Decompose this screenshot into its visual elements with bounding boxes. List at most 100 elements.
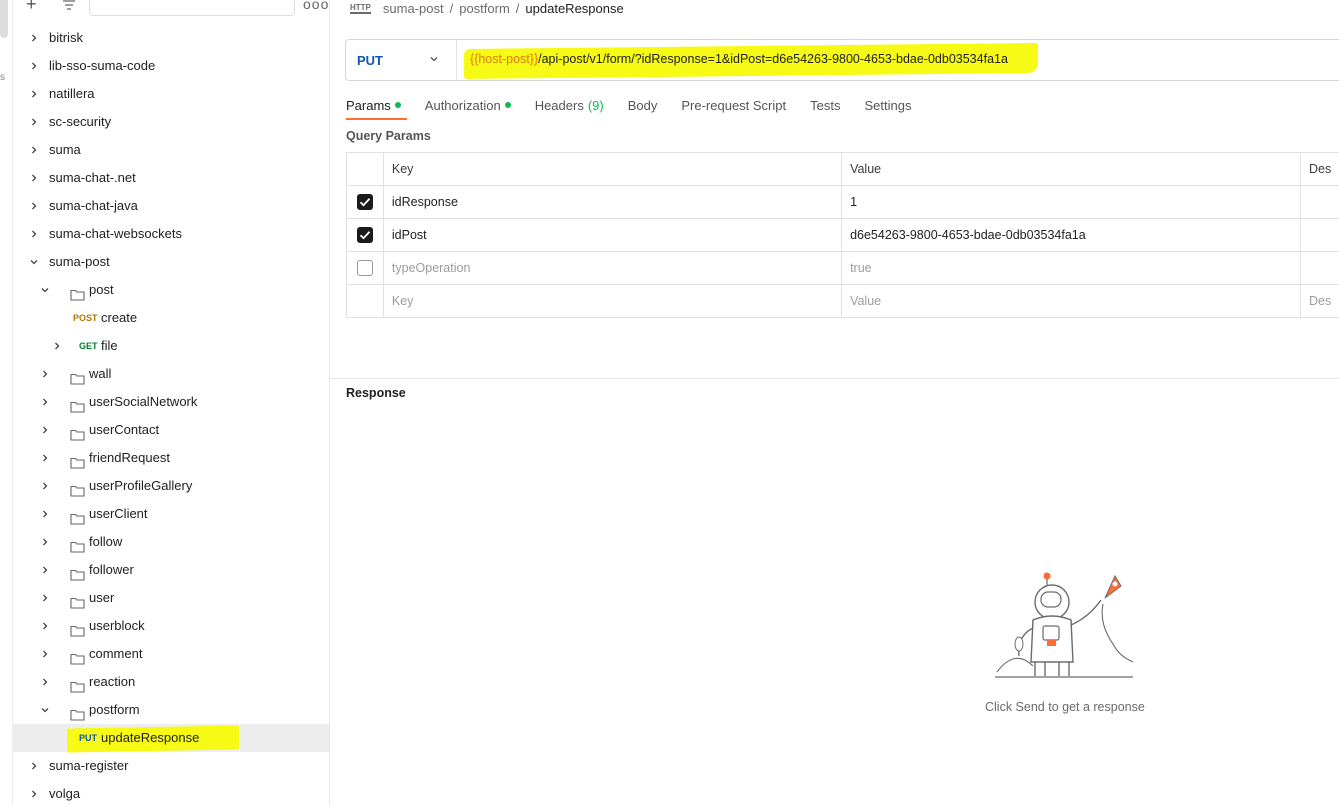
- param-description-input[interactable]: Des: [1300, 284, 1339, 318]
- chevron-right-icon[interactable]: [38, 388, 52, 416]
- param-value-input[interactable]: Value: [841, 284, 1301, 318]
- chevron-right-icon[interactable]: [27, 52, 41, 80]
- chevron-right-icon[interactable]: [27, 780, 41, 805]
- chevron-right-icon[interactable]: [27, 24, 41, 52]
- sidebar-item-userprofilegallery[interactable]: userProfileGallery: [13, 472, 329, 500]
- sidebar-item-comment[interactable]: comment: [13, 640, 329, 668]
- sidebar-item-user[interactable]: user: [13, 584, 329, 612]
- scrollbar-thumb[interactable]: [0, 0, 8, 38]
- param-key[interactable]: idPost: [382, 218, 843, 252]
- breadcrumb-collection[interactable]: suma-post: [383, 1, 444, 16]
- checkbox-checked[interactable]: [356, 227, 373, 243]
- search-input[interactable]: [89, 0, 295, 16]
- param-description[interactable]: [1300, 218, 1339, 252]
- chevron-down-icon: [430, 57, 438, 62]
- sidebar-item-suma-register[interactable]: suma-register: [13, 752, 329, 780]
- sidebar-item-friendrequest[interactable]: friendRequest: [13, 444, 329, 472]
- sidebar-item-reaction[interactable]: reaction: [13, 668, 329, 696]
- sidebar-item-suma-chat-websockets[interactable]: suma-chat-websockets: [13, 220, 329, 248]
- tab-pre-request-script[interactable]: Pre-request Script: [681, 96, 786, 114]
- param-key-input[interactable]: Key: [382, 284, 843, 318]
- sidebar-item-label: suma-chat-.net: [49, 170, 136, 185]
- chevron-down-icon[interactable]: [27, 248, 41, 276]
- chevron-right-icon[interactable]: [38, 500, 52, 528]
- chevron-right-icon[interactable]: [38, 444, 52, 472]
- pane-divider[interactable]: [330, 378, 1339, 379]
- param-description[interactable]: [1300, 251, 1339, 285]
- chevron-right-icon[interactable]: [27, 108, 41, 136]
- param-row: idPost d6e54263-9800-4653-bdae-0db03534fa…: [346, 218, 1339, 252]
- sidebar-item-bitrisk[interactable]: bitrisk: [13, 24, 329, 52]
- sidebar-item-suma-chat-net[interactable]: suma-chat-.net: [13, 164, 329, 192]
- request-tabs: Params Authorization Headers (9) Body Pre-req…: [346, 96, 935, 120]
- param-value[interactable]: d6e54263-9800-4653-bdae-0db03534fa1a: [841, 218, 1301, 252]
- url-variable: {{host-post}}: [470, 52, 539, 66]
- collection-tree: bitrisk lib-sso-suma-code natillera sc-secu…: [13, 24, 329, 805]
- chevron-right-icon[interactable]: [38, 612, 52, 640]
- sidebar-item-label: wall: [89, 366, 112, 381]
- checkbox-checked[interactable]: [356, 194, 373, 210]
- sidebar-item-userclient[interactable]: userClient: [13, 500, 329, 528]
- sidebar-item-updateresponse[interactable]: PUT updateResponse: [13, 724, 329, 753]
- chevron-down-icon[interactable]: [38, 276, 52, 304]
- tab-headers[interactable]: Headers (9): [535, 96, 604, 114]
- tab-settings[interactable]: Settings: [864, 96, 911, 114]
- param-key[interactable]: typeOperation: [382, 251, 843, 285]
- sidebar-item-usercontact[interactable]: userContact: [13, 416, 329, 444]
- chevron-right-icon[interactable]: [27, 220, 41, 248]
- sidebar-item-wall[interactable]: wall: [13, 360, 329, 388]
- sidebar-item-follow[interactable]: follow: [13, 528, 329, 556]
- chevron-right-icon[interactable]: [27, 164, 41, 192]
- checkbox-unchecked[interactable]: [356, 260, 373, 276]
- tab-authorization[interactable]: Authorization: [425, 96, 511, 114]
- sidebar-item-natillera[interactable]: natillera: [13, 80, 329, 108]
- chevron-right-icon[interactable]: [38, 528, 52, 556]
- sidebar-item-label: file: [101, 338, 118, 353]
- url-input[interactable]: {{host-post}}/api-post/v1/form/?idRespon…: [470, 52, 1008, 66]
- chevron-right-icon[interactable]: [27, 80, 41, 108]
- sidebar-item-postform[interactable]: postform: [13, 696, 329, 724]
- status-dot-icon: [504, 102, 511, 108]
- sidebar-item-volga[interactable]: volga: [13, 780, 329, 805]
- tab-tests[interactable]: Tests: [810, 96, 840, 114]
- sidebar-item-file[interactable]: GET file: [13, 332, 329, 360]
- breadcrumb-folder[interactable]: postform: [459, 1, 510, 16]
- breadcrumb: HTTP suma-post / postform / updateRespon…: [350, 0, 624, 16]
- chevron-right-icon[interactable]: [38, 640, 52, 668]
- breadcrumb-current[interactable]: updateResponse: [525, 1, 623, 16]
- tab-params[interactable]: Params: [346, 96, 407, 120]
- param-value[interactable]: 1: [841, 185, 1301, 219]
- chevron-down-icon[interactable]: [38, 696, 52, 724]
- chevron-right-icon[interactable]: [27, 136, 41, 164]
- sidebar-item-post[interactable]: post: [13, 276, 329, 304]
- param-key[interactable]: idResponse: [382, 185, 843, 219]
- response-title: Response: [346, 386, 406, 400]
- sidebar-item-suma-chat-java[interactable]: suma-chat-java: [13, 192, 329, 220]
- filter-icon[interactable]: [63, 0, 75, 10]
- empty-response-message: Click Send to get a response: [985, 700, 1145, 714]
- chevron-right-icon[interactable]: [50, 332, 64, 360]
- add-icon[interactable]: +: [26, 0, 37, 15]
- sidebar-item-sc-security[interactable]: sc-security: [13, 108, 329, 136]
- chevron-right-icon[interactable]: [27, 752, 41, 780]
- chevron-right-icon[interactable]: [38, 360, 52, 388]
- sidebar-item-usersocialnetwork[interactable]: userSocialNetwork: [13, 388, 329, 416]
- chevron-right-icon[interactable]: [38, 472, 52, 500]
- sidebar-item-suma-post[interactable]: suma-post: [13, 248, 329, 276]
- sidebar-item-label: lib-sso-suma-code: [49, 58, 156, 73]
- sidebar-item-userblock[interactable]: userblock: [13, 612, 329, 640]
- sidebar-item-create[interactable]: POST create: [13, 304, 329, 332]
- method-select[interactable]: PUT: [346, 40, 457, 80]
- sidebar-item-follower[interactable]: follower: [13, 556, 329, 584]
- sidebar-item-lib-sso-suma-code[interactable]: lib-sso-suma-code: [13, 52, 329, 80]
- tab-body[interactable]: Body: [628, 96, 658, 114]
- param-description[interactable]: [1300, 185, 1339, 219]
- sidebar-item-suma[interactable]: suma: [13, 136, 329, 164]
- chevron-right-icon[interactable]: [27, 192, 41, 220]
- chevron-right-icon[interactable]: [38, 668, 52, 696]
- chevron-right-icon[interactable]: [38, 556, 52, 584]
- chevron-right-icon[interactable]: [38, 584, 52, 612]
- more-options-icon[interactable]: ooo: [303, 0, 329, 12]
- param-value[interactable]: true: [841, 251, 1301, 285]
- chevron-right-icon[interactable]: [38, 416, 52, 444]
